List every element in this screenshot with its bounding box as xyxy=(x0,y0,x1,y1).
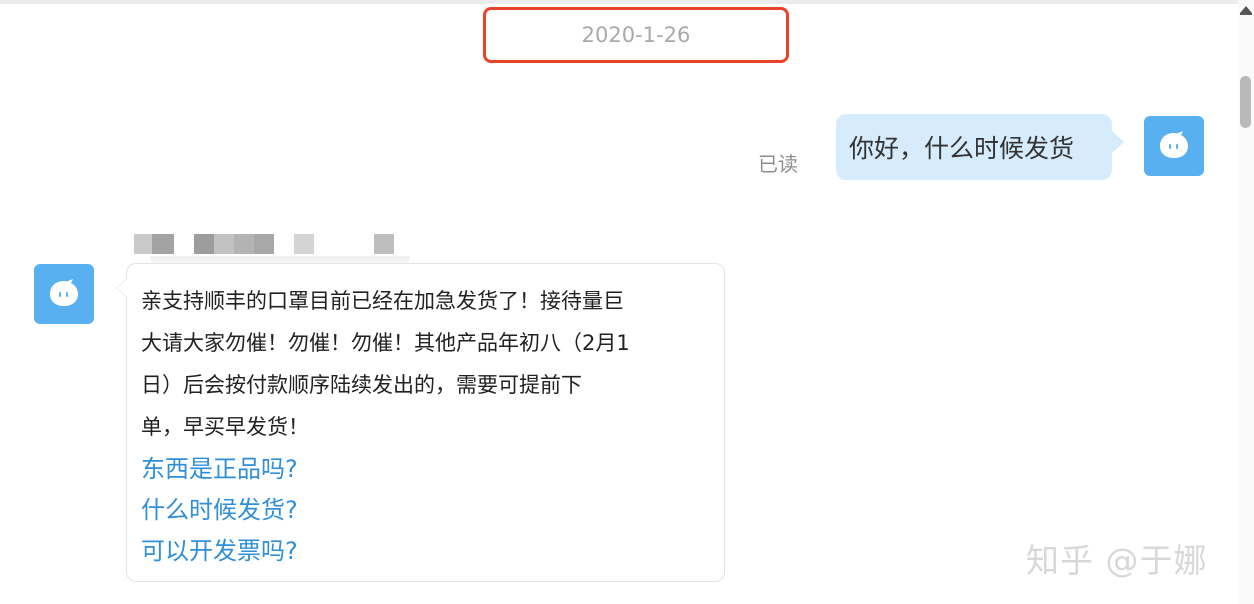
scroll-top-bar xyxy=(1240,13,1252,15)
seller-avatar[interactable] xyxy=(34,264,94,324)
user-avatar[interactable] xyxy=(1144,116,1204,176)
seller-nickname-blurred xyxy=(134,234,399,254)
auto-reply-line: 大请大家勿催！勿催！勿催！其他产品年初八（2月1 xyxy=(141,331,630,355)
outgoing-message-text: 你好，什么时候发货 xyxy=(849,134,1075,163)
watermark: 知乎 @于娜 xyxy=(1026,541,1208,580)
incoming-message-bubble: 亲支持顺丰的口罩目前已经在加急发货了！接待量巨 大请大家勿催！勿催！勿催！其他产… xyxy=(116,263,725,582)
read-status: 已读 xyxy=(758,152,798,176)
top-divider xyxy=(0,0,1238,4)
date-divider: 2020-1-26 xyxy=(581,23,691,47)
date-divider-highlight: 2020-1-26 xyxy=(483,7,789,63)
chat-bot-icon xyxy=(50,279,78,306)
arrow-up-icon[interactable] xyxy=(1240,6,1252,13)
scrollbar-thumb[interactable] xyxy=(1240,76,1251,128)
auto-reply-line: 日）后会按付款顺序陆续发出的，需要可提前下 xyxy=(141,373,582,397)
chat-bot-icon xyxy=(1160,131,1188,158)
quick-question-shipping-time[interactable]: 什么时候发货? xyxy=(141,489,710,530)
outgoing-message-bubble[interactable]: 你好，什么时候发货 xyxy=(836,114,1124,180)
auto-reply-line: 亲支持顺丰的口罩目前已经在加急发货了！接待量巨 xyxy=(141,289,624,313)
quick-question-invoice[interactable]: 可以开发票吗? xyxy=(141,530,710,571)
quick-question-authentic[interactable]: 东西是正品吗? xyxy=(141,448,710,489)
auto-reply-line: 单，早买早发货！ xyxy=(141,415,309,439)
